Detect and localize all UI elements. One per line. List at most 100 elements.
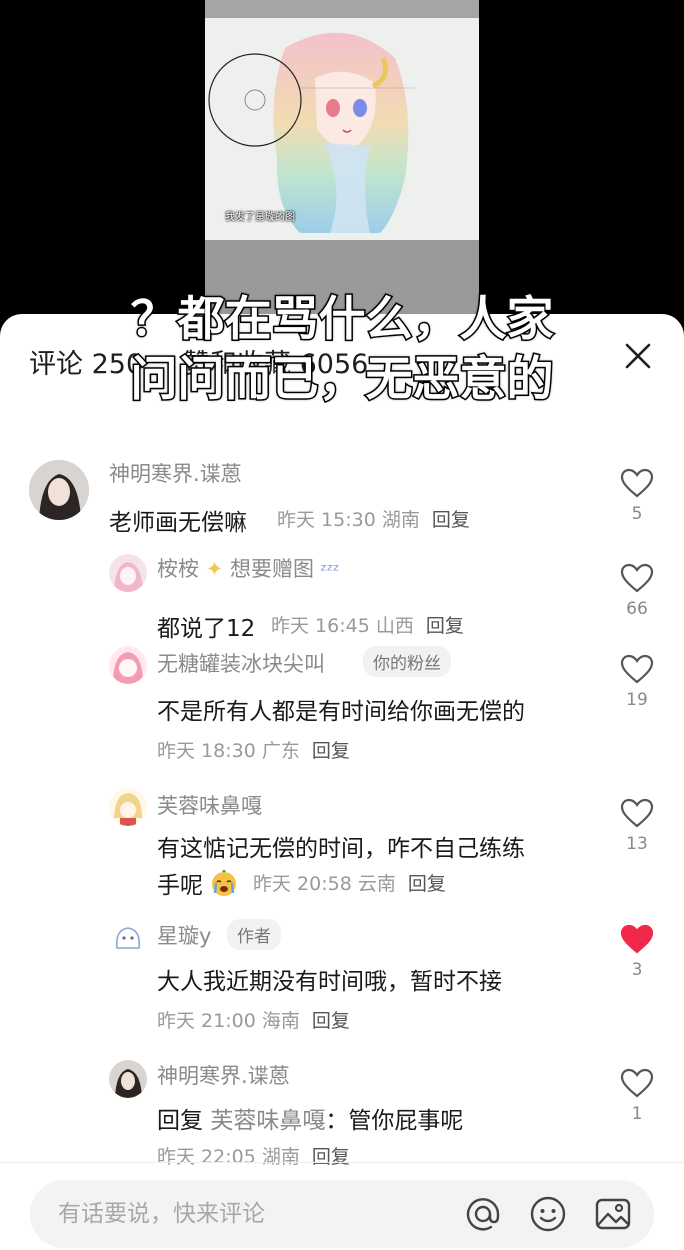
comment-location: 广东 — [261, 740, 300, 762]
avatar-image — [109, 918, 147, 956]
heart-icon — [620, 1068, 654, 1098]
like-button-liked[interactable]: 3 — [617, 924, 657, 980]
username-text: 桉桉 — [157, 557, 199, 581]
video-top-band — [205, 0, 479, 18]
avatar[interactable] — [29, 460, 89, 520]
comment-location: 云南 — [357, 873, 396, 895]
comment-item: 星璇y 作者 大人我近期没有时间哦，暂时不接 昨天 21:00 海南 回复 3 — [0, 916, 684, 1036]
comment-username[interactable]: 神明寒界.谍蒽 — [157, 1060, 290, 1090]
comment-meta: 昨天 16:45 山西 回复 — [271, 611, 464, 638]
crying-emoji-icon — [210, 869, 238, 897]
comment-location: 山西 — [375, 615, 414, 637]
author-badge: 作者 — [227, 919, 281, 950]
reply-button[interactable]: 回复 — [432, 509, 470, 531]
comment-time: 昨天 20:58 — [253, 873, 352, 895]
close-button[interactable] — [618, 336, 658, 376]
mention-button[interactable] — [463, 1194, 503, 1234]
illustration-art — [208, 32, 415, 233]
reply-prefix: 回复 — [157, 1108, 203, 1134]
comment-meta: 昨天 20:58 云南 回复 — [253, 869, 446, 896]
sheet-header: 评论 250 赞和收藏 6056 — [0, 314, 684, 404]
comment-time: 昨天 15:30 — [277, 509, 376, 531]
avatar-image — [109, 1060, 147, 1098]
avatar[interactable] — [109, 788, 147, 826]
reply-button[interactable]: 回复 — [312, 1010, 350, 1032]
likes-favorites-count[interactable]: 赞和收藏 6056 — [183, 342, 368, 381]
comment-username[interactable]: 桉桉 ✦ 想要赠图 ᶻᶻᶻ — [157, 553, 339, 583]
comment-username[interactable]: 无糖罐装冰块尖叫 — [157, 648, 325, 678]
illustration — [205, 18, 479, 240]
like-count: 1 — [631, 1104, 643, 1124]
close-icon — [625, 343, 651, 369]
comment-time: 昨天 16:45 — [271, 615, 370, 637]
comment-text-line2[interactable]: 手呢 — [157, 866, 238, 900]
avatar[interactable] — [109, 1060, 147, 1098]
like-count: 13 — [626, 834, 648, 854]
like-button[interactable]: 13 — [617, 798, 657, 854]
comment-item: 桉桉 ✦ 想要赠图 ᶻᶻᶻ 都说了12 昨天 16:45 山西 回复 66 — [0, 549, 684, 642]
comment-username[interactable]: 星璇y — [157, 920, 211, 950]
comment-location: 海南 — [261, 1010, 300, 1032]
image-button[interactable] — [593, 1194, 633, 1234]
avatar[interactable] — [109, 554, 147, 592]
reply-to-username[interactable]: 芙蓉味鼻嘎 — [210, 1108, 325, 1134]
reply-button[interactable]: 回复 — [312, 740, 350, 762]
heart-icon — [620, 563, 654, 593]
avatar-image — [109, 554, 147, 592]
comment-item: 芙蓉味鼻嘎 有这惦记无偿的时间，咋不自己练练 手呢 昨天 20:58 云南 回复 — [0, 786, 684, 906]
comment-text-line2-text: 手呢 — [157, 873, 203, 899]
divider — [0, 1162, 684, 1163]
comment-meta: 昨天 18:30 广东 回复 — [157, 736, 350, 763]
username-suffix: 想要赠图 — [229, 557, 314, 581]
fan-badge: 你的粉丝 — [363, 646, 451, 677]
comment-meta: 昨天 22:05 湖南 回复 — [157, 1142, 350, 1169]
comment-text[interactable]: 回复 芙蓉味鼻嘎：管你屁事呢 — [157, 1101, 463, 1135]
like-count: 5 — [631, 504, 643, 524]
avatar-image — [109, 788, 147, 826]
emoji-icon — [530, 1196, 566, 1232]
like-button[interactable]: 1 — [617, 1068, 657, 1124]
like-count: 3 — [631, 960, 643, 980]
comment-text[interactable]: 老师画无偿嘛 — [109, 503, 247, 537]
reply-button[interactable]: 回复 — [426, 615, 464, 637]
comment-text[interactable]: 大人我近期没有时间哦，暂时不接 — [157, 962, 502, 996]
comment-username[interactable]: 神明寒界.谍蒽 — [109, 458, 242, 488]
comment-input-bar — [30, 1180, 654, 1248]
emoji-button[interactable] — [528, 1194, 568, 1234]
comment-item: 无糖罐装冰块尖叫 你的粉丝 不是所有人都是有时间给你画无偿的 昨天 18:30 … — [0, 642, 684, 772]
video-player[interactable]: 我发了星璇的图 — [0, 0, 684, 330]
comment-meta: 昨天 15:30 湖南 回复 — [277, 505, 470, 532]
comment-meta: 昨天 21:00 海南 回复 — [157, 1006, 350, 1033]
heart-icon — [620, 468, 654, 498]
comment-sheet: 评论 250 赞和收藏 6056 神明寒界.谍蒽 老师画无偿嘛 昨天 15:30… — [0, 314, 684, 1250]
avatar[interactable] — [109, 918, 147, 956]
comment-username[interactable]: 芙蓉味鼻嘎 — [157, 790, 262, 820]
like-button[interactable]: 19 — [617, 654, 657, 710]
comment-location: 湖南 — [261, 1146, 300, 1168]
comment-item: 神明寒界.谍蒽 回复 芙蓉味鼻嘎：管你屁事呢 昨天 22:05 湖南 回复 1 — [0, 1056, 684, 1176]
avatar[interactable] — [109, 646, 147, 684]
like-button[interactable]: 66 — [617, 563, 657, 619]
reply-button[interactable]: 回复 — [312, 1146, 350, 1168]
comment-text[interactable]: 不是所有人都是有时间给你画无偿的 — [157, 692, 525, 726]
comment-text[interactable]: 都说了12 — [157, 609, 255, 643]
comment-text-line1[interactable]: 有这惦记无偿的时间，咋不自己练练 — [157, 829, 525, 863]
comments-count-tab[interactable]: 评论 250 — [29, 342, 143, 381]
heart-icon — [620, 798, 654, 828]
heart-icon — [620, 654, 654, 684]
avatar-image — [109, 646, 147, 684]
reply-button[interactable]: 回复 — [408, 873, 446, 895]
reply-text: ：管你屁事呢 — [325, 1108, 464, 1134]
comment-time: 昨天 18:30 — [157, 740, 256, 762]
comment-input[interactable] — [58, 1180, 458, 1248]
sleep-zzz-icon: ᶻᶻᶻ — [320, 561, 340, 581]
video-frame: 我发了星璇的图 — [205, 0, 479, 322]
comment-time: 昨天 21:00 — [157, 1010, 256, 1032]
like-button[interactable]: 5 — [617, 468, 657, 524]
heart-filled-icon — [620, 924, 654, 954]
comment-location: 湖南 — [381, 509, 420, 531]
like-count: 19 — [626, 690, 648, 710]
image-icon — [595, 1198, 631, 1230]
comment-time: 昨天 22:05 — [157, 1146, 256, 1168]
like-count: 66 — [626, 599, 648, 619]
